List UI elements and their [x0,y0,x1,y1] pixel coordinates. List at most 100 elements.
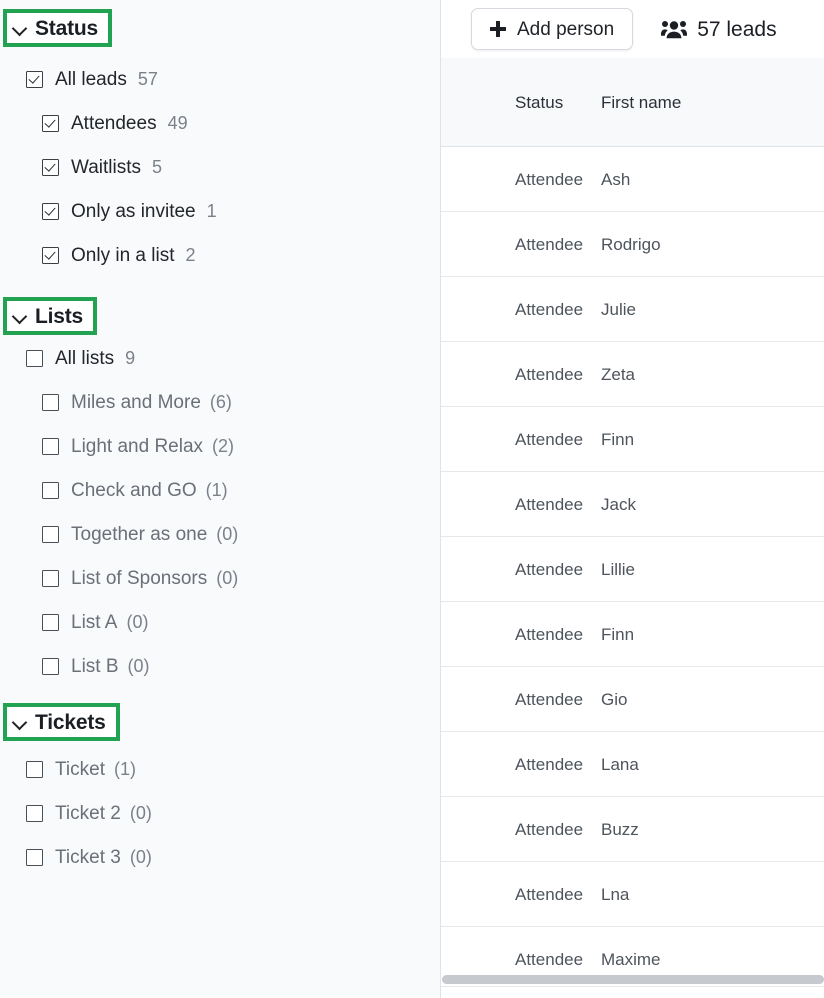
cell-first-name: Lna [601,884,630,904]
filter-row[interactable]: All lists 9 [26,345,135,371]
checkbox-checked-icon[interactable] [42,202,59,220]
filter-row[interactable]: Only in a list 2 [42,242,196,268]
filter-row[interactable]: List B (0) [42,653,150,679]
cell-first-name: Gio [601,689,628,709]
chevron-down-icon [13,715,27,729]
filter-label: Ticket [55,758,105,780]
filter-label: All lists [55,347,115,369]
filter-row[interactable]: Ticket 2 (0) [26,800,152,826]
section-header-status[interactable]: Status [3,9,112,47]
checkbox-unchecked-icon[interactable] [42,393,59,411]
filter-row[interactable]: Check and GO (1) [42,477,228,503]
filter-label: Only as invitee [71,200,196,222]
chevron-down-icon [13,21,27,35]
cell-status: Attendee [515,624,584,644]
checkbox-checked-icon[interactable] [26,70,43,88]
section-title-tickets: Tickets [35,710,106,734]
table-toolbar: Add person 57 leads [441,0,824,58]
filter-row[interactable]: Miles and More (6) [42,389,232,415]
filter-row[interactable]: Ticket 3 (0) [26,844,152,870]
checkbox-checked-icon[interactable] [42,246,59,264]
cell-status: Attendee [515,819,584,839]
table-row[interactable]: Attendee Lillie [441,537,824,602]
filter-row[interactable]: Only as invitee 1 [42,198,217,224]
filter-count: 57 [137,69,158,89]
column-header-status[interactable]: Status [441,94,591,111]
cell-first-name: Zeta [601,364,636,384]
checkbox-unchecked-icon[interactable] [26,848,43,866]
table-row[interactable]: Attendee Lana [441,732,824,797]
cell-status: Attendee [515,754,584,774]
cell-first-name: Lana [601,754,639,774]
cell-first-name: Ash [601,169,631,189]
cell-first-name: Buzz [601,819,639,839]
column-header-first-name[interactable]: First name [591,94,824,111]
checkbox-unchecked-icon[interactable] [42,481,59,499]
section-title-status: Status [35,16,98,40]
table-header-row: Status First name [441,58,824,147]
cell-first-name: Rodrigo [601,234,661,254]
table-row[interactable]: Attendee Jack [441,472,824,537]
checkbox-checked-icon[interactable] [42,158,59,176]
table-row[interactable]: Attendee Zeta [441,342,824,407]
checkbox-unchecked-icon[interactable] [42,437,59,455]
cell-first-name: Finn [601,624,635,644]
checkbox-unchecked-icon[interactable] [26,760,43,778]
checkbox-unchecked-icon[interactable] [42,657,59,675]
table-row[interactable]: Attendee Gio [441,667,824,732]
checkbox-unchecked-icon[interactable] [42,569,59,587]
cell-first-name: Maxime [601,949,661,969]
cell-status: Attendee [515,494,584,514]
filter-count: (1) [113,759,136,779]
checkbox-unchecked-icon[interactable] [26,804,43,822]
main-panel: Add person 57 leads Status First name Atte… [441,0,824,998]
filter-count: (1) [205,480,228,500]
filter-count: (0) [216,524,239,544]
table-row[interactable]: Attendee Julie [441,277,824,342]
leads-table: Status First name Attendee Ash Attendee Rodri… [441,58,824,992]
horizontal-scrollbar-thumb[interactable] [442,975,824,984]
table-row[interactable]: Attendee Finn [441,602,824,667]
filter-count: 49 [167,113,188,133]
filter-count: 1 [206,201,217,221]
table-row[interactable]: Attendee Buzz [441,797,824,862]
section-header-lists[interactable]: Lists [3,297,98,335]
checkbox-checked-icon[interactable] [42,114,59,132]
plus-icon [490,21,506,37]
add-person-button[interactable]: Add person [471,8,634,50]
filter-label: Attendees [71,112,157,134]
cell-status: Attendee [515,364,584,384]
table-row[interactable]: Attendee Lna [441,862,824,927]
checkbox-unchecked-icon[interactable] [42,525,59,543]
filter-row[interactable]: List of Sponsors (0) [42,565,238,591]
filter-row[interactable]: Waitlists 5 [42,154,162,180]
table-row[interactable]: Attendee Ash [441,147,824,212]
checkbox-unchecked-icon[interactable] [42,613,59,631]
cell-status: Attendee [515,234,584,254]
filter-label: Only in a list [71,244,175,266]
filter-row[interactable]: Attendees 49 [42,110,188,136]
table-row[interactable]: Attendee Rodrigo [441,212,824,277]
filter-count: (0) [126,612,149,632]
filter-label: Ticket 3 [55,846,121,868]
filter-count: 5 [152,157,163,177]
filter-row[interactable]: List A (0) [42,609,148,635]
filter-count: (0) [127,656,150,676]
cell-first-name: Jack [601,494,636,514]
filter-row[interactable]: Light and Relax (2) [42,433,234,459]
section-header-tickets[interactable]: Tickets [3,703,120,741]
table-row[interactable]: Attendee Finn [441,407,824,472]
checkbox-unchecked-icon[interactable] [26,349,43,367]
users-group-icon [661,20,688,38]
filter-count: (2) [212,436,235,456]
filter-row[interactable]: All leads 57 [26,66,158,92]
cell-status: Attendee [515,689,584,709]
filter-row[interactable]: Together as one (0) [42,521,238,547]
add-person-label: Add person [517,18,615,40]
cell-status: Attendee [515,169,584,189]
leads-table-scroll-container[interactable]: Status First name Attendee Ash Attendee Rodri… [441,58,824,998]
cell-first-name: Julie [601,299,636,319]
filter-row[interactable]: Ticket (1) [26,756,136,782]
chevron-down-icon [13,309,27,323]
filter-label: List B [71,655,119,677]
